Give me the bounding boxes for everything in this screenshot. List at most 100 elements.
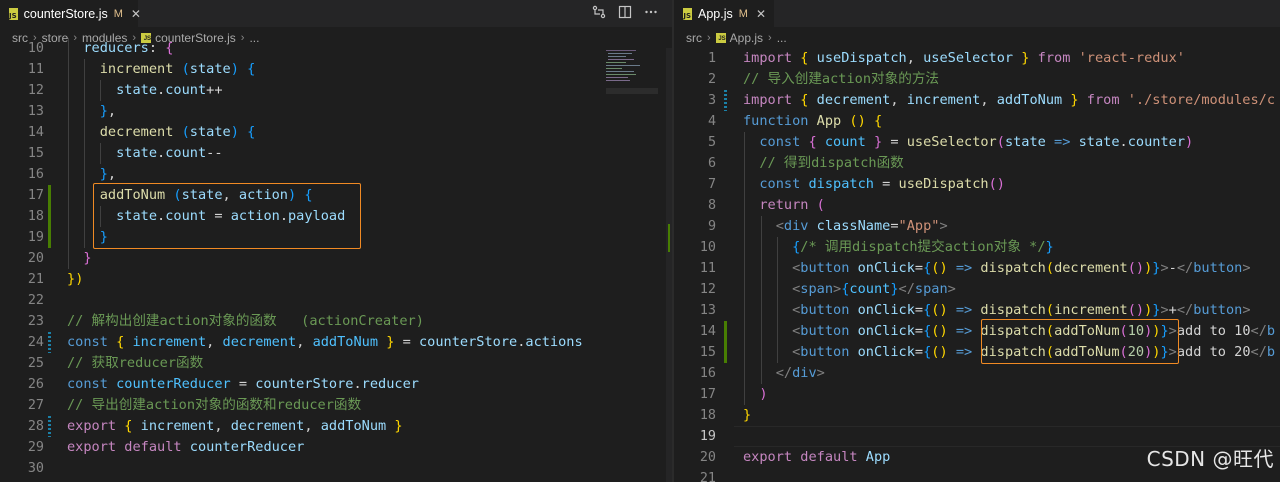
code-line[interactable]: 22 xyxy=(0,290,672,311)
editor-pane-left: JS counterStore.js M ✕ src › store › mod… xyxy=(0,0,672,482)
code-line[interactable]: 21}) xyxy=(0,269,672,290)
code-text: <button onClick={() => dispatch(decremen… xyxy=(743,260,1251,276)
code-editor[interactable]: 1 import { useDispatch, useSelector } fro… xyxy=(674,48,1280,482)
code-text: }) xyxy=(67,271,84,287)
modified-indicator: M xyxy=(738,8,748,20)
line-number: 16 xyxy=(699,366,716,381)
javascript-file-icon: JS xyxy=(715,33,726,43)
code-text: <button onClick={() => dispatch(incremen… xyxy=(743,302,1251,318)
editor-pane-right: JS App.js M ✕ src › JS App.js › ... 1 imp… xyxy=(674,0,1280,482)
code-text: increment (state) { xyxy=(67,61,256,77)
line-number: 2 xyxy=(707,72,716,87)
code-line[interactable]: 16 }, xyxy=(0,164,672,185)
code-line[interactable]: 11 <button onClick={() => dispatch(decre… xyxy=(674,258,1280,279)
code-line[interactable]: 9 <div className="App"> xyxy=(674,216,1280,237)
code-line[interactable]: 6 // 得到dispatch函数 xyxy=(674,153,1280,174)
code-line[interactable]: 19 } xyxy=(0,227,672,248)
code-line[interactable]: 15 <button onClick={() => dispatch(addTo… xyxy=(674,342,1280,363)
code-line[interactable]: 20 } xyxy=(0,248,672,269)
code-text: }, xyxy=(67,103,117,119)
code-line[interactable]: 27 // 导出创建action对象的函数和reducer函数 xyxy=(0,395,672,416)
code-line[interactable]: 17 addToNum (state, action) { xyxy=(0,185,672,206)
code-line[interactable]: 24 const { increment, decrement, addToNum… xyxy=(0,332,672,353)
editor-actions xyxy=(592,5,658,23)
chevron-right-icon: › xyxy=(768,32,772,44)
code-text: // 导出创建action对象的函数和reducer函数 xyxy=(67,397,362,413)
line-number: 19 xyxy=(699,429,716,444)
code-line[interactable]: 14 decrement (state) { xyxy=(0,122,672,143)
line-number: 18 xyxy=(699,408,716,423)
close-icon[interactable]: ✕ xyxy=(131,7,141,21)
compare-changes-icon[interactable] xyxy=(592,5,606,23)
code-line[interactable]: 13 <button onClick={() => dispatch(incre… xyxy=(674,300,1280,321)
code-line[interactable]: 12 <span>{count}</span> xyxy=(674,279,1280,300)
breadcrumb: src › JS App.js › ... xyxy=(674,28,1280,48)
code-line[interactable]: 10 {/* 调用dispatch提交action对象 */} xyxy=(674,237,1280,258)
breadcrumb-item[interactable]: App.js xyxy=(730,31,763,45)
code-text: reducers: { xyxy=(67,40,174,56)
code-line[interactable]: 17 ) xyxy=(674,384,1280,405)
more-actions-icon[interactable] xyxy=(644,5,658,23)
line-number: 28 xyxy=(27,419,44,434)
code-text: } xyxy=(67,250,92,266)
code-line[interactable]: 23 // 解构出创建action对象的函数 (actionCreater) xyxy=(0,311,672,332)
close-icon[interactable]: ✕ xyxy=(756,7,766,21)
line-number: 27 xyxy=(27,398,44,413)
tab-bar: JS counterStore.js M ✕ xyxy=(0,0,672,28)
git-gutter-marker[interactable] xyxy=(48,185,51,248)
code-line[interactable]: 1 import { useDispatch, useSelector } fro… xyxy=(674,48,1280,69)
code-editor[interactable]: 10 reducers: {11 increment (state) { 12 s… xyxy=(0,38,672,482)
code-text: <button onClick={() => dispatch(addToNum… xyxy=(743,323,1276,339)
line-number: 17 xyxy=(27,188,44,203)
line-number: 18 xyxy=(27,209,44,224)
git-gutter-marker[interactable] xyxy=(724,90,727,111)
code-line[interactable]: 16 </div> xyxy=(674,363,1280,384)
line-number: 12 xyxy=(27,83,44,98)
tab-app[interactable]: JS App.js M ✕ xyxy=(674,0,774,28)
code-text: export { increment, decrement, addToNum … xyxy=(67,418,403,434)
breadcrumb-item[interactable]: src xyxy=(686,31,702,45)
code-line[interactable]: 11 increment (state) { xyxy=(0,59,672,80)
code-line[interactable]: 8 return ( xyxy=(674,195,1280,216)
modified-indicator: M xyxy=(113,8,123,20)
code-text: {/* 调用dispatch提交action对象 */} xyxy=(743,239,1054,255)
line-number: 13 xyxy=(699,303,716,318)
line-number: 14 xyxy=(27,125,44,140)
indent-guide xyxy=(761,216,762,384)
watermark: CSDN @旺代 xyxy=(1146,447,1274,471)
code-line[interactable]: 10 reducers: { xyxy=(0,38,672,59)
indent-guide xyxy=(744,132,745,405)
git-gutter-marker[interactable] xyxy=(724,321,727,363)
git-gutter-marker[interactable] xyxy=(48,332,51,353)
git-gutter-marker[interactable] xyxy=(48,416,51,437)
code-text: // 得到dispatch函数 xyxy=(743,155,904,171)
code-text: const dispatch = useDispatch() xyxy=(743,176,1005,192)
code-line[interactable]: 5 const { count } = useSelector(state =>… xyxy=(674,132,1280,153)
code-text: state.count-- xyxy=(67,145,223,161)
code-line[interactable]: 26 const counterReducer = counterStore.re… xyxy=(0,374,672,395)
code-line[interactable]: 7 const dispatch = useDispatch() xyxy=(674,174,1280,195)
line-number: 4 xyxy=(707,114,716,129)
code-text: <button onClick={() => dispatch(addToNum… xyxy=(743,344,1276,360)
scrollbar-change-marker xyxy=(668,224,670,252)
code-text: export default App xyxy=(743,449,891,465)
code-line[interactable]: 28 export { increment, decrement, addToNu… xyxy=(0,416,672,437)
line-number: 19 xyxy=(27,230,44,245)
code-line[interactable]: 3 import { decrement, increment, addToNum… xyxy=(674,90,1280,111)
code-line[interactable]: 13 }, xyxy=(0,101,672,122)
code-line[interactable]: 30 xyxy=(0,458,672,479)
indent-guide xyxy=(777,237,778,363)
breadcrumb-item[interactable]: ... xyxy=(777,31,787,45)
line-number: 13 xyxy=(27,104,44,119)
code-line[interactable]: 4 function App () { xyxy=(674,111,1280,132)
split-editor-icon[interactable] xyxy=(618,5,632,23)
line-number: 12 xyxy=(699,282,716,297)
line-number: 8 xyxy=(707,198,716,213)
tab-counterstore[interactable]: JS counterStore.js M ✕ xyxy=(0,0,141,28)
code-line[interactable]: 2 // 导入创建action对象的方法 xyxy=(674,69,1280,90)
minimap[interactable] xyxy=(606,48,658,94)
code-line[interactable]: 25 // 获取reducer函数 xyxy=(0,353,672,374)
code-line[interactable]: 14 <button onClick={() => dispatch(addTo… xyxy=(674,321,1280,342)
code-line[interactable]: 18} xyxy=(674,405,1280,426)
code-line[interactable]: 29 export default counterReducer xyxy=(0,437,672,458)
